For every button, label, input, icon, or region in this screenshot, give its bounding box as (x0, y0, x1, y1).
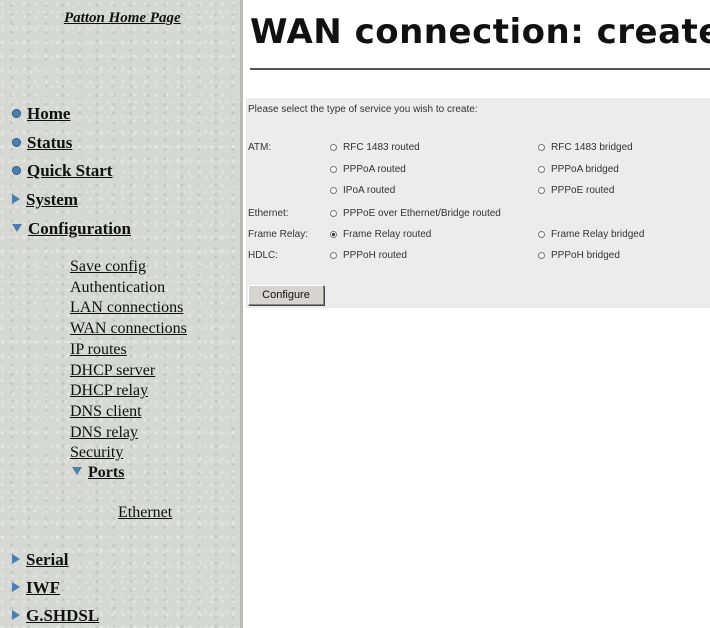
option-label: RFC 1483 bridged (551, 142, 633, 153)
instruction-text: Please select the type of service you wi… (248, 104, 478, 115)
nav-item-configuration[interactable]: Configuration (12, 219, 131, 239)
option-label: Frame Relay routed (343, 229, 432, 240)
sub-item-ports[interactable]: Ports (72, 464, 124, 482)
option-pppoh-bridged[interactable]: PPPoH bridged (538, 250, 620, 261)
service-type-panel: Please select the type of service you wi… (246, 98, 710, 308)
option-label: PPPoE routed (551, 185, 615, 196)
nav-item-serial[interactable]: Serial (12, 550, 69, 570)
configure-button[interactable]: Configure (248, 285, 324, 305)
bullet-icon (12, 108, 21, 118)
radio-button[interactable] (538, 187, 545, 194)
nav-item-system[interactable]: System (12, 190, 78, 210)
option-pppoa-bridged[interactable]: PPPoA bridged (538, 164, 619, 175)
nav-item-label[interactable]: Configuration (28, 219, 131, 238)
radio-button[interactable] (538, 252, 545, 259)
option-label: PPPoA bridged (551, 164, 619, 175)
radio-button[interactable] (330, 252, 337, 259)
radio-button[interactable] (538, 144, 545, 151)
group-label-ethernet: Ethernet: (248, 208, 289, 219)
option-frame-relay-routed[interactable]: Frame Relay routed (330, 229, 431, 240)
option-label: IPoA routed (343, 185, 396, 196)
sub-item-dhcp-server[interactable]: DHCP server (70, 362, 155, 380)
expand-arrow-icon (12, 194, 20, 205)
option-label: PPPoH bridged (551, 250, 620, 261)
nav-item-gshdsl[interactable]: G.SHDSL (12, 606, 99, 626)
bullet-icon (12, 165, 21, 175)
sidebar: Patton Home Page Home Status Quick Start… (0, 0, 243, 628)
radio-button[interactable] (538, 231, 545, 238)
nav-item-label[interactable]: G.SHDSL (26, 606, 99, 625)
option-label: RFC 1483 routed (343, 142, 420, 153)
nav-item-home[interactable]: Home (12, 104, 70, 124)
nav-item-label[interactable]: Home (27, 104, 70, 123)
option-label: PPPoH routed (343, 250, 407, 261)
option-ipoa-routed[interactable]: IPoA routed (330, 185, 395, 196)
radio-button[interactable] (330, 166, 337, 173)
option-label: PPPoA routed (343, 164, 406, 175)
nav-item-label[interactable]: Quick Start (27, 161, 112, 180)
sub-item-ethernet[interactable]: Ethernet (118, 504, 172, 522)
nav-item-status[interactable]: Status (12, 133, 72, 153)
expand-arrow-icon (12, 610, 20, 621)
nav-item-quick-start[interactable]: Quick Start (12, 161, 112, 181)
option-pppoe-routed[interactable]: PPPoE routed (538, 185, 614, 196)
ports-label[interactable]: Ports (88, 464, 124, 481)
option-label: Frame Relay bridged (551, 229, 645, 240)
radio-button[interactable] (538, 166, 545, 173)
option-rfc1483-bridged[interactable]: RFC 1483 bridged (538, 142, 633, 153)
sub-item-dns-client[interactable]: DNS client (70, 403, 142, 421)
nav-item-label[interactable]: System (26, 190, 78, 209)
nav-item-label[interactable]: IWF (26, 578, 60, 597)
option-pppoe-over-ethernet[interactable]: PPPoE over Ethernet/Bridge routed (330, 208, 501, 219)
group-label-atm: ATM: (248, 142, 272, 153)
option-label: PPPoE over Ethernet/Bridge routed (343, 208, 501, 219)
collapse-arrow-icon (12, 224, 22, 233)
radio-button[interactable] (330, 144, 337, 151)
expand-arrow-icon (12, 554, 20, 565)
bullet-icon (12, 137, 21, 147)
radio-button[interactable] (330, 231, 337, 238)
sub-item-authentication[interactable]: Authentication (70, 279, 165, 297)
option-frame-relay-bridged[interactable]: Frame Relay bridged (538, 229, 644, 240)
nav-item-iwf[interactable]: IWF (12, 578, 60, 598)
collapse-arrow-icon (72, 467, 82, 476)
expand-arrow-icon (12, 582, 20, 593)
sub-item-dns-relay[interactable]: DNS relay (70, 424, 138, 442)
radio-button[interactable] (330, 210, 337, 217)
option-pppoh-routed[interactable]: PPPoH routed (330, 250, 407, 261)
option-pppoa-routed[interactable]: PPPoA routed (330, 164, 406, 175)
option-rfc1483-routed[interactable]: RFC 1483 routed (330, 142, 420, 153)
nav-item-label[interactable]: Status (27, 133, 72, 152)
sub-item-save-config[interactable]: Save config (70, 258, 146, 276)
sub-item-dhcp-relay[interactable]: DHCP relay (70, 382, 148, 400)
sub-item-lan-connections[interactable]: LAN connections (70, 299, 183, 317)
home-page-link[interactable]: Patton Home Page (64, 10, 181, 27)
nav-item-label[interactable]: Serial (26, 550, 69, 569)
group-label-hdlc: HDLC: (248, 250, 279, 261)
sub-item-ip-routes[interactable]: IP routes (70, 341, 127, 359)
radio-button[interactable] (330, 187, 337, 194)
sub-item-wan-connections[interactable]: WAN connections (70, 320, 187, 338)
page-title: WAN connection: create (250, 12, 710, 52)
title-divider (250, 68, 710, 70)
sub-item-security[interactable]: Security (70, 444, 123, 462)
group-label-frame-relay: Frame Relay: (248, 229, 309, 240)
